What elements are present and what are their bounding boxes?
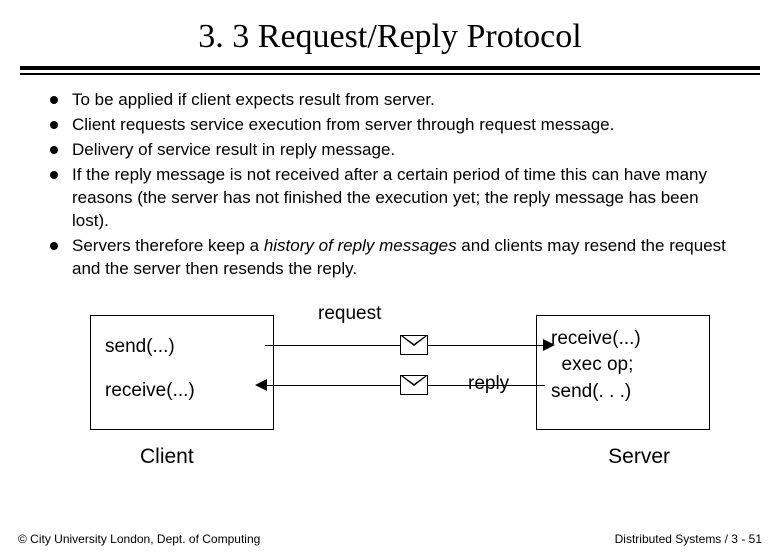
slide-footer: © City University London, Dept. of Compu… — [18, 532, 762, 546]
bullet-dot-icon — [50, 121, 58, 129]
envelope-icon — [400, 335, 428, 355]
client-box: send(...) receive(...) — [90, 315, 274, 430]
reply-label: reply — [468, 373, 509, 395]
list-item: To be applied if client expects result f… — [50, 89, 740, 112]
bullet-text: If the reply message is not received aft… — [72, 164, 740, 233]
bullet-list: To be applied if client expects result f… — [50, 89, 740, 281]
bullet-text: Delivery of service result in reply mess… — [72, 139, 740, 162]
bullet-text: Client requests service execution from s… — [72, 114, 740, 137]
bullet-text-pre: Servers therefore keep a — [72, 236, 264, 255]
title-divider — [20, 66, 760, 75]
server-box: receive(...) exec op; send(. . .) — [536, 315, 710, 430]
server-receive-call: receive(...) — [551, 326, 701, 353]
bullet-dot-icon — [50, 171, 58, 179]
list-item: Delivery of service result in reply mess… — [50, 139, 740, 162]
bullet-text-em: history of reply messages — [264, 236, 457, 255]
list-item: If the reply message is not received aft… — [50, 164, 740, 233]
footer-right: Distributed Systems / 3 - 51 — [615, 532, 762, 546]
arrow-left-icon — [255, 379, 267, 391]
server-role-label: Server — [608, 445, 670, 469]
bullet-dot-icon — [50, 242, 58, 250]
footer-left: © City University London, Dept. of Compu… — [18, 532, 260, 546]
arrow-right-icon — [543, 339, 555, 351]
bullet-dot-icon — [50, 96, 58, 104]
slide-title: 3. 3 Request/Reply Protocol — [0, 18, 780, 56]
server-send-call: send(. . .) — [551, 379, 701, 406]
list-item: Servers therefore keep a history of repl… — [50, 235, 740, 281]
bullet-text: To be applied if client expects result f… — [72, 89, 740, 112]
envelope-icon — [400, 375, 428, 395]
client-receive-call: receive(...) — [105, 380, 265, 402]
bullet-text: Servers therefore keep a history of repl… — [72, 235, 740, 281]
list-item: Client requests service execution from s… — [50, 114, 740, 137]
protocol-diagram: send(...) receive(...) receive(...) exec… — [70, 305, 710, 485]
bullet-dot-icon — [50, 146, 58, 154]
server-exec-call: exec op; — [551, 352, 701, 379]
request-label: request — [318, 303, 381, 325]
client-send-call: send(...) — [105, 336, 265, 358]
client-role-label: Client — [140, 445, 194, 469]
